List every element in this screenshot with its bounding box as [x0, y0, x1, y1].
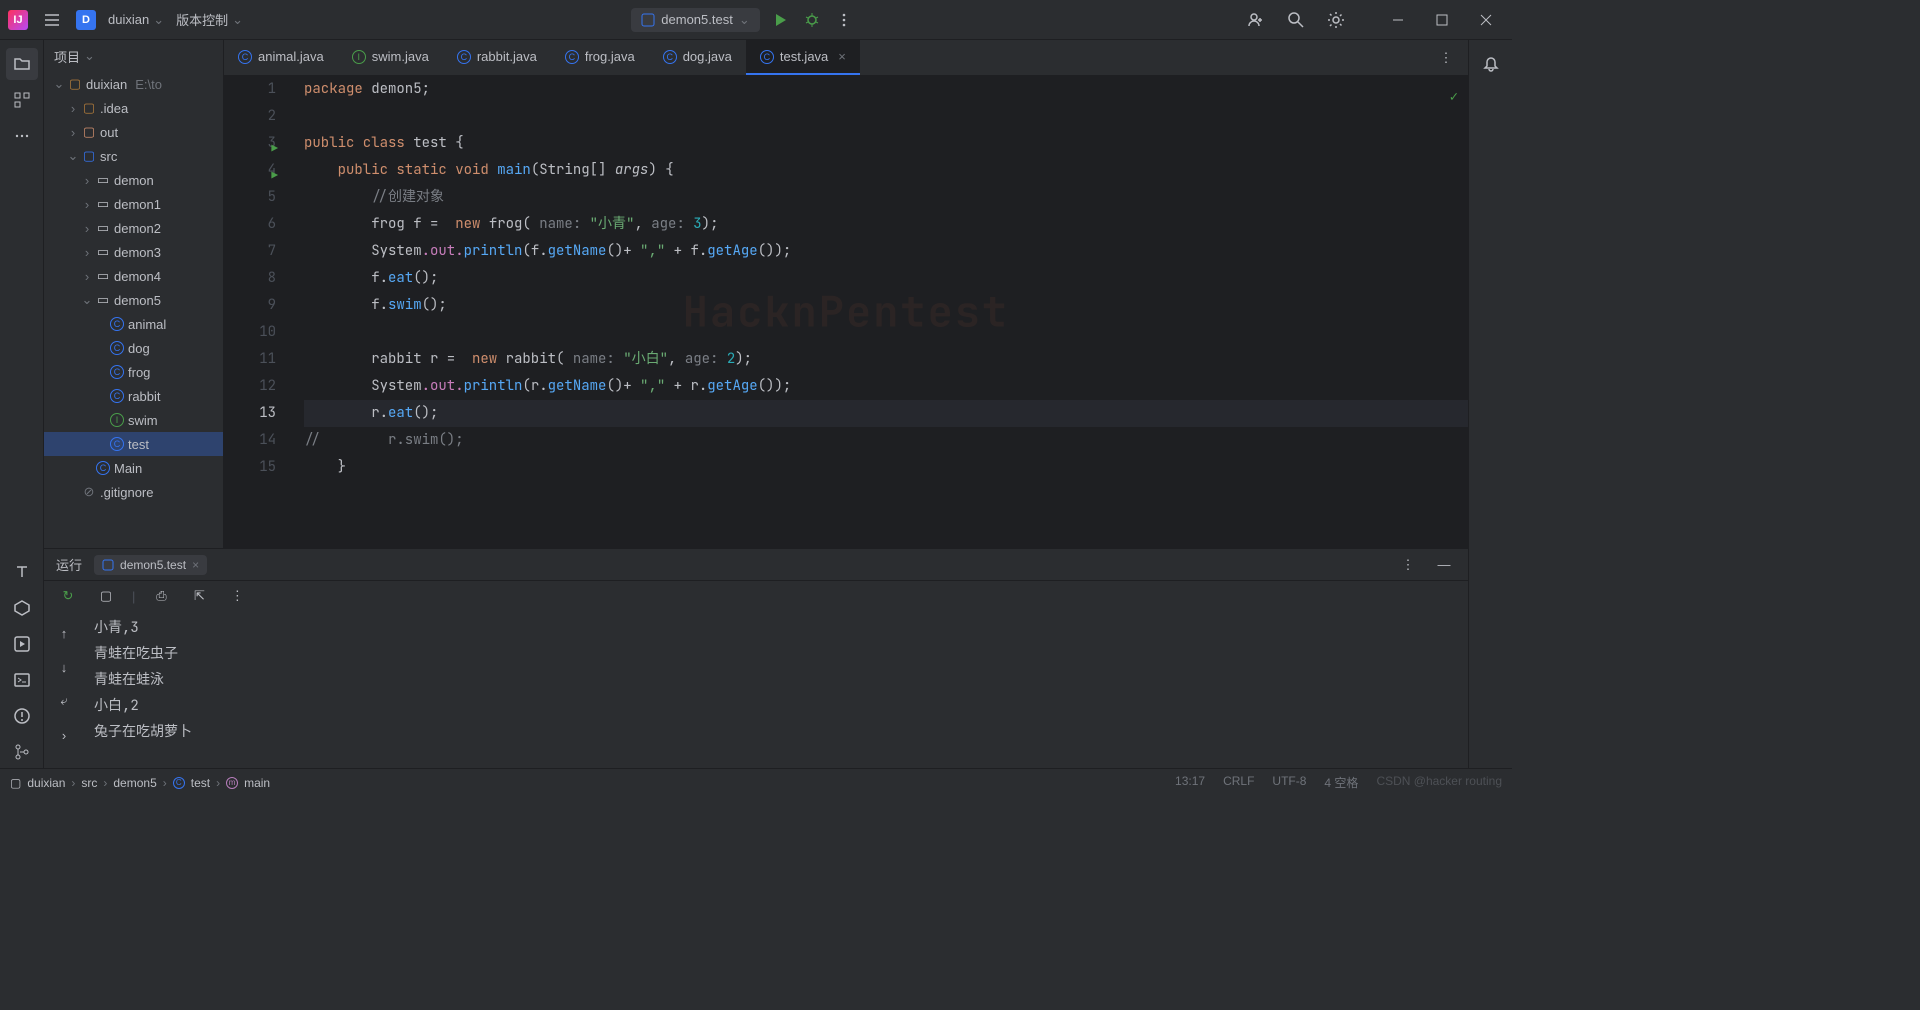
tree-out[interactable]: ›▢out [44, 120, 223, 144]
scroll-down-icon[interactable]: ↓ [52, 655, 76, 679]
project-panel-title: 项目 [54, 47, 80, 66]
tree-demon[interactable]: ›▭demon [44, 168, 223, 192]
search-icon[interactable] [1284, 8, 1308, 32]
tree-test[interactable]: Ctest [44, 432, 223, 456]
project-name: duixian [108, 12, 149, 27]
right-tool-rail [1468, 40, 1512, 768]
console-line: 青蛙在蛙泳 [94, 667, 1458, 693]
breadcrumb[interactable]: ▢ duixian › src › demon5 › C test › m ma… [10, 776, 270, 790]
problems-tool-icon[interactable] [6, 700, 38, 732]
editor-area: Canimal.java Iswim.java Crabbit.java Cfr… [224, 40, 1468, 548]
tree-demon5[interactable]: ⌄▭demon5 [44, 288, 223, 312]
more-icon[interactable] [832, 8, 856, 32]
console-line: 小白,2 [94, 693, 1458, 719]
titlebar: IJ D duixian ⌄ 版本控制 ⌄ demon5.test ⌄ [0, 0, 1512, 40]
maximize-button[interactable] [1424, 6, 1460, 34]
left-tool-rail [0, 40, 44, 768]
run-more-icon[interactable]: ⋮ [1396, 553, 1420, 577]
run-tool-icon[interactable] [6, 628, 38, 660]
tree-demon3[interactable]: ›▭demon3 [44, 240, 223, 264]
project-tree: ⌄▢duixianE:\to ›▢.idea ›▢out ⌄▢src ›▭dem… [44, 72, 223, 548]
run-icon[interactable] [768, 8, 792, 32]
tree-root[interactable]: ⌄▢duixianE:\to [44, 72, 223, 96]
rerun-icon[interactable]: ↻ [56, 584, 80, 608]
tab-frog[interactable]: Cfrog.java [551, 40, 649, 75]
close-icon[interactable]: × [838, 49, 846, 64]
tree-dog[interactable]: Cdog [44, 336, 223, 360]
scroll-up-icon[interactable]: ↑ [52, 621, 76, 645]
run-toolbar: ↻ ▢ | ⎙ ⇱ ⋮ [44, 581, 1468, 611]
tab-more-icon[interactable]: ⋮ [1434, 46, 1458, 70]
console-line: 青蛙在吃虫子 [94, 641, 1458, 667]
tab-test[interactable]: Ctest.java× [746, 40, 860, 75]
tab-swim[interactable]: Iswim.java [338, 40, 443, 75]
tree-demon2[interactable]: ›▭demon2 [44, 216, 223, 240]
tree-demon4[interactable]: ›▭demon4 [44, 264, 223, 288]
cursor-position[interactable]: 13:17 [1175, 774, 1205, 791]
console-output[interactable]: 小青,3 青蛙在吃虫子 青蛙在蛙泳 小白,2 兔子在吃胡萝卜 [84, 611, 1468, 768]
tree-src[interactable]: ⌄▢src [44, 144, 223, 168]
vcs-label: 版本控制 [176, 10, 228, 29]
vcs-tool-icon[interactable] [6, 736, 38, 768]
close-icon[interactable]: × [192, 558, 199, 572]
structure-tool-icon[interactable] [6, 84, 38, 116]
vcs-dropdown[interactable]: 版本控制 ⌄ [176, 10, 243, 29]
stop-icon[interactable]: ▢ [94, 584, 118, 608]
tree-rabbit[interactable]: Crabbit [44, 384, 223, 408]
tree-idea[interactable]: ›▢.idea [44, 96, 223, 120]
encoding[interactable]: UTF-8 [1272, 774, 1306, 791]
soft-wrap-icon[interactable]: ⤶ [52, 689, 76, 713]
tree-frog[interactable]: Cfrog [44, 360, 223, 384]
minimize-button[interactable] [1380, 6, 1416, 34]
tree-demon1[interactable]: ›▭demon1 [44, 192, 223, 216]
indent[interactable]: 4 空格 [1324, 774, 1358, 791]
run-configuration-dropdown[interactable]: demon5.test ⌄ [631, 8, 759, 32]
type-tool-icon[interactable] [6, 556, 38, 588]
tree-swim[interactable]: Iswim [44, 408, 223, 432]
run-config-label: demon5.test [661, 12, 733, 27]
watermark-text: CSDN @hacker routing [1376, 774, 1502, 791]
line-separator[interactable]: CRLF [1223, 774, 1254, 791]
tree-animal[interactable]: Canimal [44, 312, 223, 336]
more-tool-icon[interactable] [6, 120, 38, 152]
tab-dog[interactable]: Cdog.java [649, 40, 746, 75]
code-with-me-icon[interactable] [1244, 8, 1268, 32]
terminal-tool-icon[interactable] [6, 664, 38, 696]
debug-icon[interactable] [800, 8, 824, 32]
tab-animal[interactable]: Canimal.java [224, 40, 338, 75]
screenshot-icon[interactable]: ⎙ [149, 584, 173, 608]
app-icon: IJ [8, 10, 28, 30]
project-panel: 项目 ⌄ ⌄▢duixianE:\to ›▢.idea ›▢out ⌄▢src … [44, 40, 224, 548]
export-icon[interactable]: ⇱ [187, 584, 211, 608]
expand-icon[interactable]: › [52, 723, 76, 747]
project-dropdown[interactable]: duixian ⌄ [108, 12, 164, 28]
run-tab[interactable]: demon5.test × [94, 555, 207, 575]
close-button[interactable] [1468, 6, 1504, 34]
gutter: 1 2 3▶ 4▶ 5 6 7 8 9 10 11 12 13 14 [224, 76, 294, 548]
statusbar: ▢ duixian › src › demon5 › C test › m ma… [0, 768, 1512, 796]
toolbar-more-icon[interactable]: ⋮ [225, 584, 249, 608]
project-tool-icon[interactable] [6, 48, 38, 80]
console-line: 小青,3 [94, 615, 1458, 641]
run-panel: 运行 demon5.test × ⋮ — ↻ ▢ | ⎙ ⇱ ⋮ [44, 548, 1468, 768]
code[interactable]: package demon5; public class test { publ… [294, 76, 1468, 548]
run-minimize-icon[interactable]: — [1432, 553, 1456, 577]
tree-gitignore[interactable]: ⊘.gitignore [44, 480, 223, 504]
notifications-icon[interactable] [1475, 48, 1507, 80]
project-badge: D [76, 10, 96, 30]
project-panel-header[interactable]: 项目 ⌄ [44, 40, 223, 72]
editor-body[interactable]: HacknPentest ✓ 1 2 3▶ 4▶ 5 6 7 8 9 10 11 [224, 76, 1468, 548]
tab-rabbit[interactable]: Crabbit.java [443, 40, 551, 75]
run-panel-title: 运行 [56, 555, 82, 574]
console-line: 兔子在吃胡萝卜 [94, 719, 1458, 745]
services-tool-icon[interactable] [6, 592, 38, 624]
hamburger-icon[interactable] [40, 8, 64, 32]
settings-icon[interactable] [1324, 8, 1348, 32]
editor-tabs: Canimal.java Iswim.java Crabbit.java Cfr… [224, 40, 1468, 76]
tree-main[interactable]: CMain [44, 456, 223, 480]
